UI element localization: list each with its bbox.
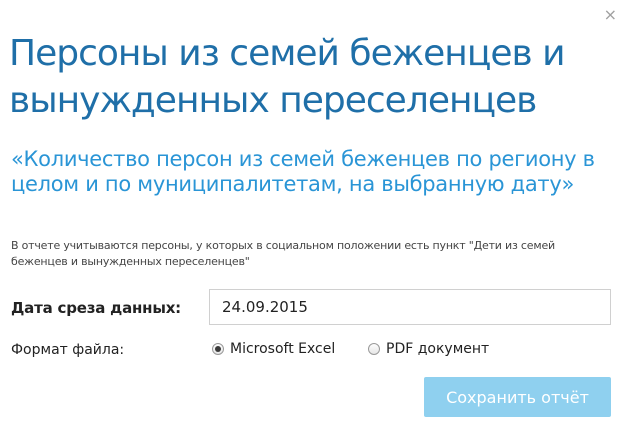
format-option-excel[interactable]: Microsoft Excel [212, 341, 335, 357]
radio-pdf[interactable] [368, 343, 380, 355]
format-row: Формат файла: Microsoft Excel PDF докуме… [11, 340, 571, 362]
report-note: В отчете учитываются персоны, у которых … [11, 239, 555, 268]
date-label: Дата среза данных: [11, 299, 181, 317]
save-report-button[interactable]: Сохранить отчёт [424, 377, 611, 417]
format-option-pdf[interactable]: PDF документ [368, 341, 489, 357]
format-label: Формат файла: [11, 342, 125, 358]
dialog-title: Персоны из семей беженцев и вынужденных … [9, 33, 566, 121]
report-subtitle: «Количество персон из семей беженцев по … [11, 147, 595, 196]
report-dialog: × Персоны из семей беженцев и вынужденны… [0, 0, 621, 426]
date-row: Дата среза данных: [11, 289, 613, 327]
date-field[interactable] [209, 289, 611, 325]
format-option-excel-label: Microsoft Excel [230, 341, 336, 357]
format-option-pdf-label: PDF документ [386, 341, 490, 357]
radio-excel[interactable] [212, 343, 224, 355]
close-icon[interactable]: × [604, 7, 617, 23]
